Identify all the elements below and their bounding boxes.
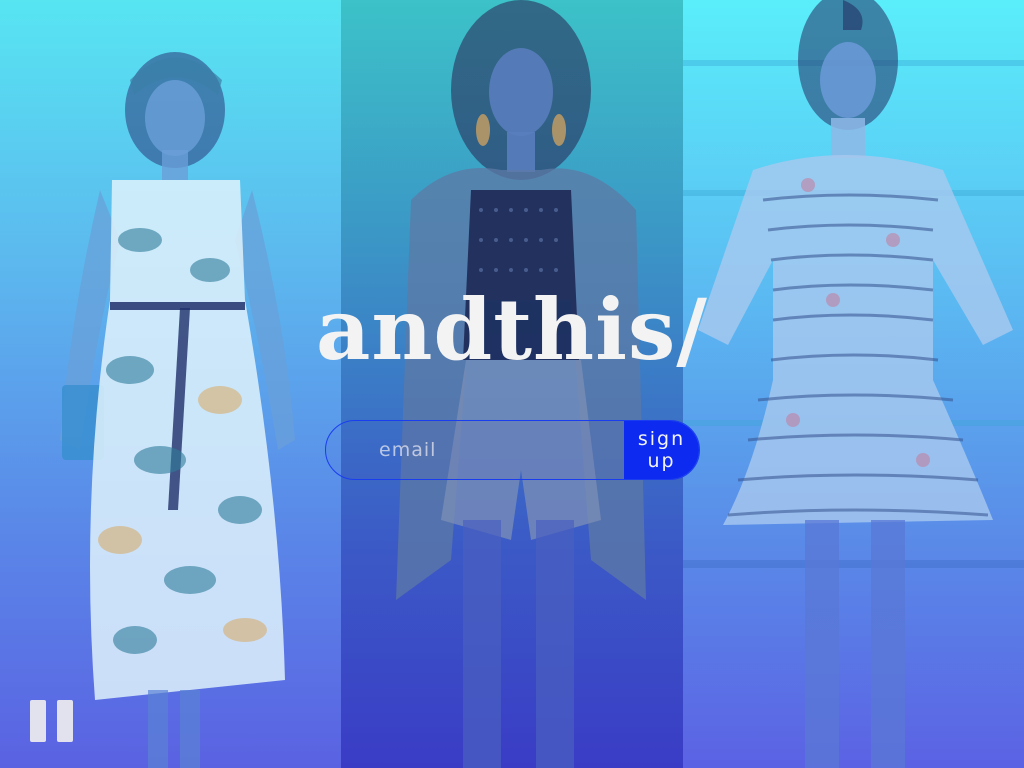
- media-panel-right: [683, 0, 1024, 768]
- model-floral-dress-image: [40, 40, 310, 768]
- pause-bar-left: [30, 700, 46, 742]
- pause-icon[interactable]: [30, 698, 74, 742]
- media-panel-left: [0, 0, 341, 768]
- brand-logo: andthis/: [316, 280, 708, 379]
- model-metallic-jacket-image: [371, 0, 661, 768]
- model-ruffle-dress-image: [693, 0, 1013, 768]
- hero-background-video: andthis/ sign up: [0, 0, 1024, 768]
- media-panel-middle: [341, 0, 683, 768]
- email-signup-form: sign up: [325, 420, 700, 480]
- email-input[interactable]: [326, 421, 624, 479]
- pause-bar-right: [57, 700, 73, 742]
- sign-up-button[interactable]: sign up: [624, 421, 699, 479]
